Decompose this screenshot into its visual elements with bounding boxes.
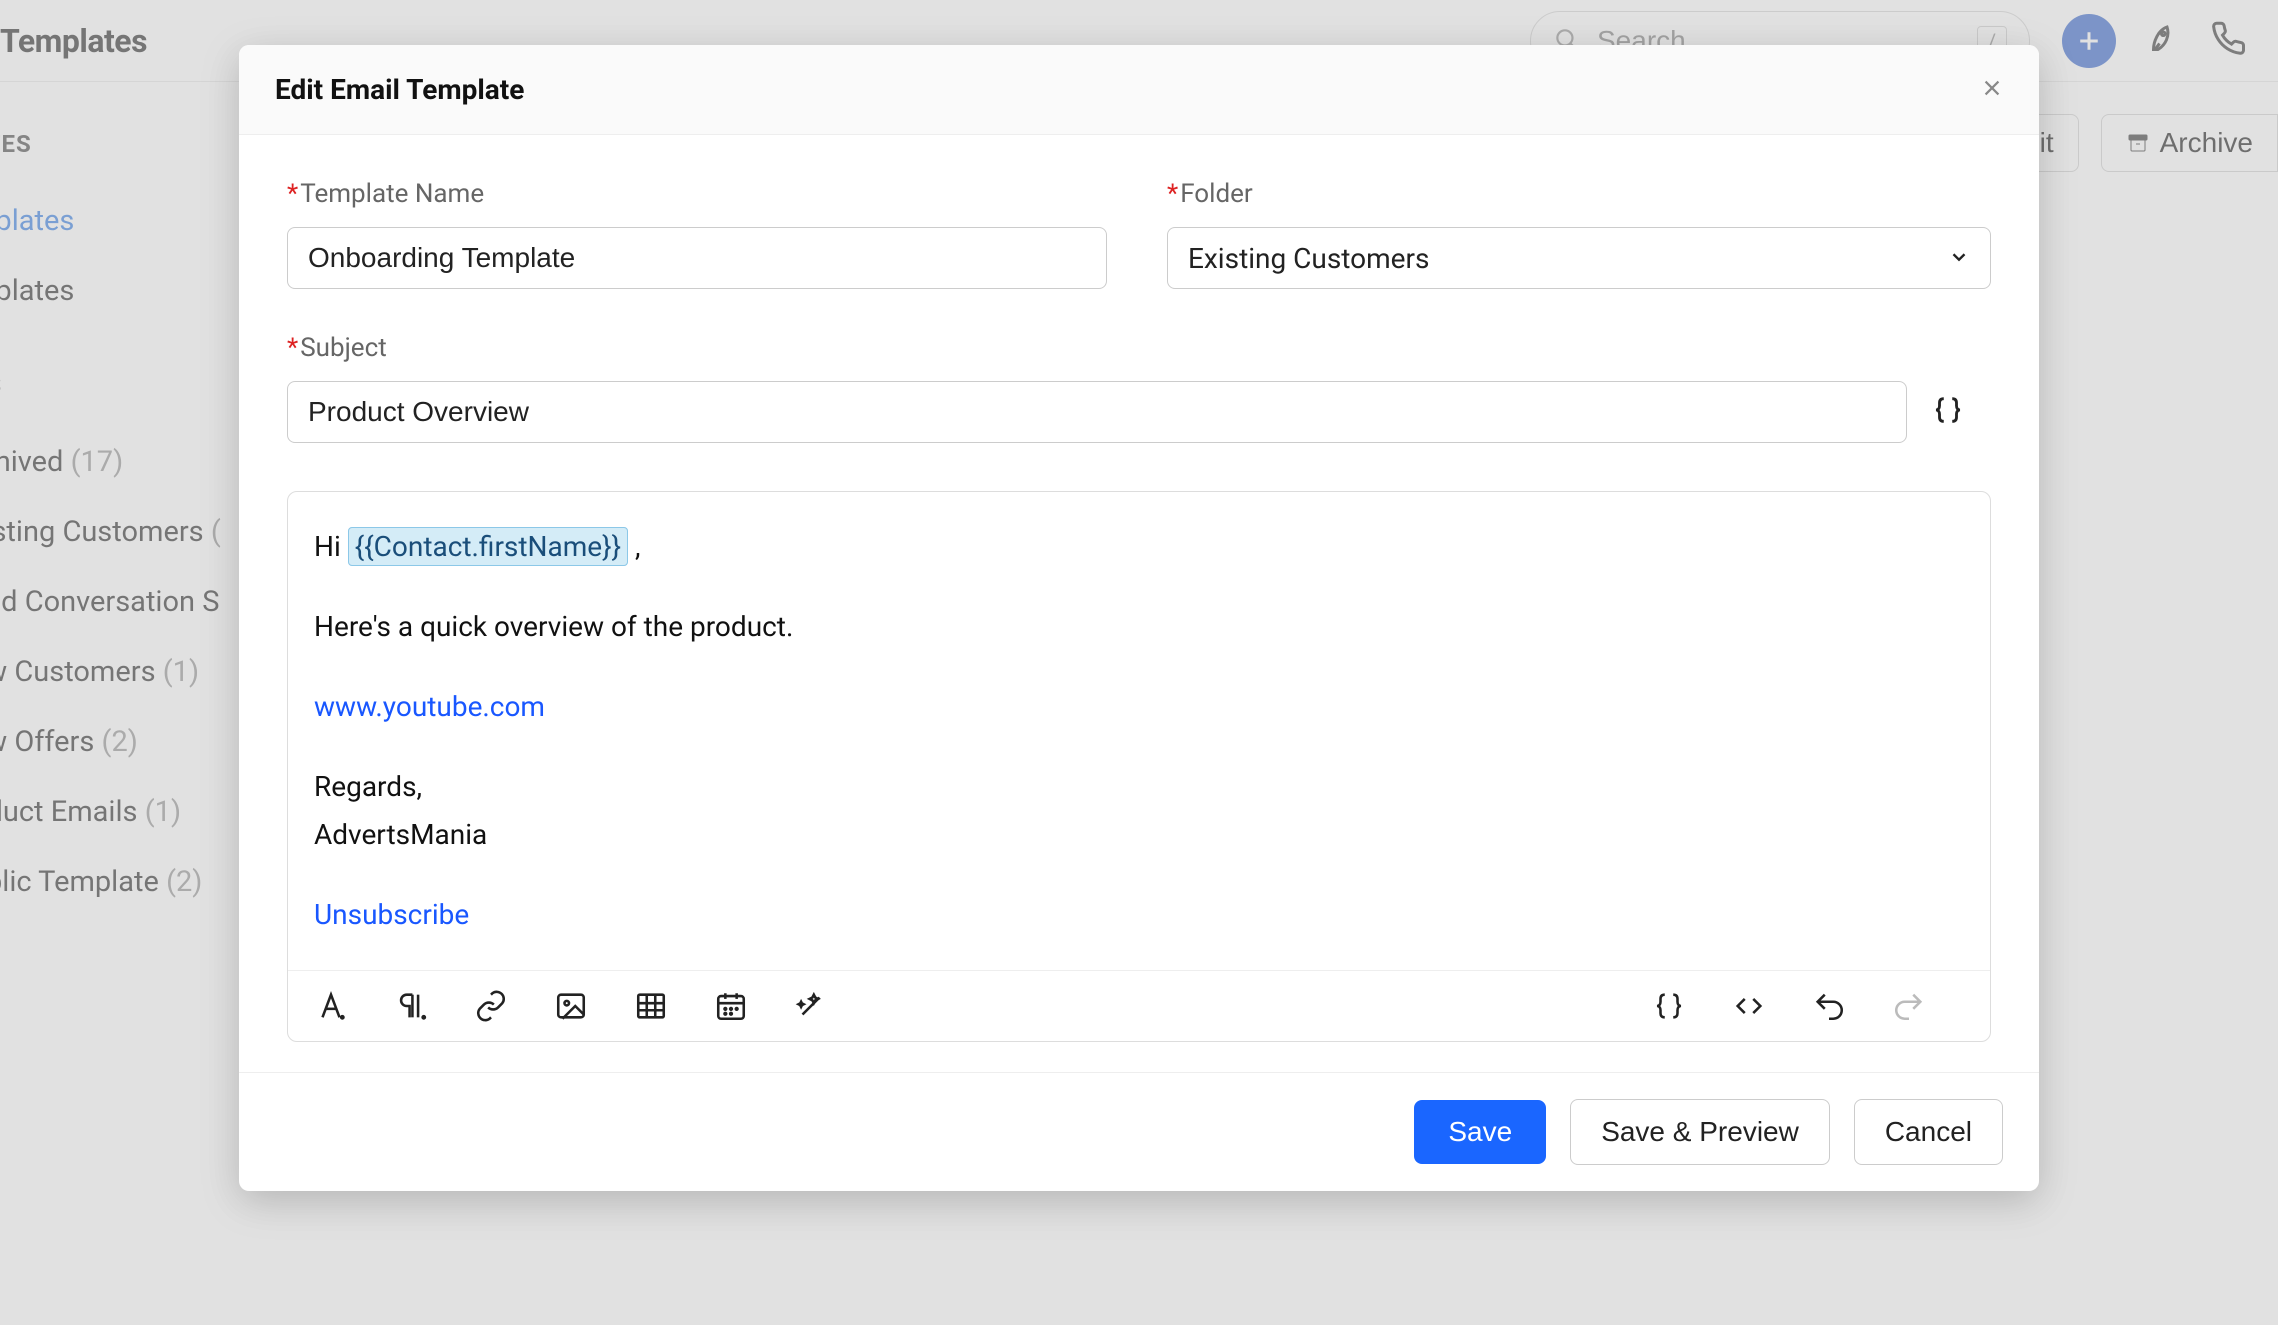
table-icon[interactable]: [630, 985, 672, 1027]
cancel-button[interactable]: Cancel: [1854, 1099, 2003, 1165]
redo-icon[interactable]: [1888, 985, 1930, 1027]
save-button[interactable]: Save: [1414, 1100, 1546, 1164]
subject-input[interactable]: [287, 381, 1907, 443]
editor-toolbar: [288, 970, 1990, 1041]
insert-variable-icon[interactable]: [1648, 985, 1690, 1027]
editor-link-unsubscribe[interactable]: Unsubscribe: [314, 898, 469, 931]
image-icon[interactable]: [550, 985, 592, 1027]
editor-line-overview: Here's a quick overview of the product.: [314, 606, 1964, 648]
editor-line-regards: Regards,: [314, 766, 1964, 808]
folder-label: *Folder: [1167, 179, 1991, 209]
merge-tag[interactable]: {{Contact.firstName}}: [348, 527, 628, 566]
magic-wand-icon[interactable]: [790, 985, 832, 1027]
paragraph-style-icon[interactable]: [390, 985, 432, 1027]
editor-link-youtube[interactable]: www.youtube.com: [314, 690, 545, 723]
modal-footer: Save Save & Preview Cancel: [239, 1072, 2039, 1191]
template-name-input[interactable]: [287, 227, 1107, 289]
undo-icon[interactable]: [1808, 985, 1850, 1027]
folder-select-value: Existing Customers: [1188, 242, 1429, 275]
code-view-icon[interactable]: [1728, 985, 1770, 1027]
modal-title: Edit Email Template: [275, 73, 524, 106]
template-name-label: *Template Name: [287, 179, 1107, 209]
subject-label: *Subject: [287, 333, 1991, 363]
editor-line-signature: AdvertsMania: [314, 814, 1964, 856]
modal-header: Edit Email Template: [239, 45, 2039, 135]
email-body-editor[interactable]: Hi {{Contact.firstName}} , Here's a quic…: [288, 492, 1990, 970]
link-icon[interactable]: [470, 985, 512, 1027]
modal-body: *Template Name *Folder Existing Customer…: [239, 135, 2039, 1072]
text-style-icon[interactable]: [310, 985, 352, 1027]
editor-line-greeting: Hi {{Contact.firstName}} ,: [314, 526, 1964, 568]
insert-placeholder-button[interactable]: [1931, 393, 1965, 431]
save-preview-button[interactable]: Save & Preview: [1570, 1099, 1830, 1165]
folder-select[interactable]: Existing Customers: [1167, 227, 1991, 289]
calendar-icon[interactable]: [710, 985, 752, 1027]
editor-container: Hi {{Contact.firstName}} , Here's a quic…: [287, 491, 1991, 1042]
edit-template-modal: Edit Email Template *Template Name *Fold…: [239, 45, 2039, 1191]
close-button[interactable]: [1981, 77, 2003, 103]
chevron-down-icon: [1948, 242, 1970, 275]
